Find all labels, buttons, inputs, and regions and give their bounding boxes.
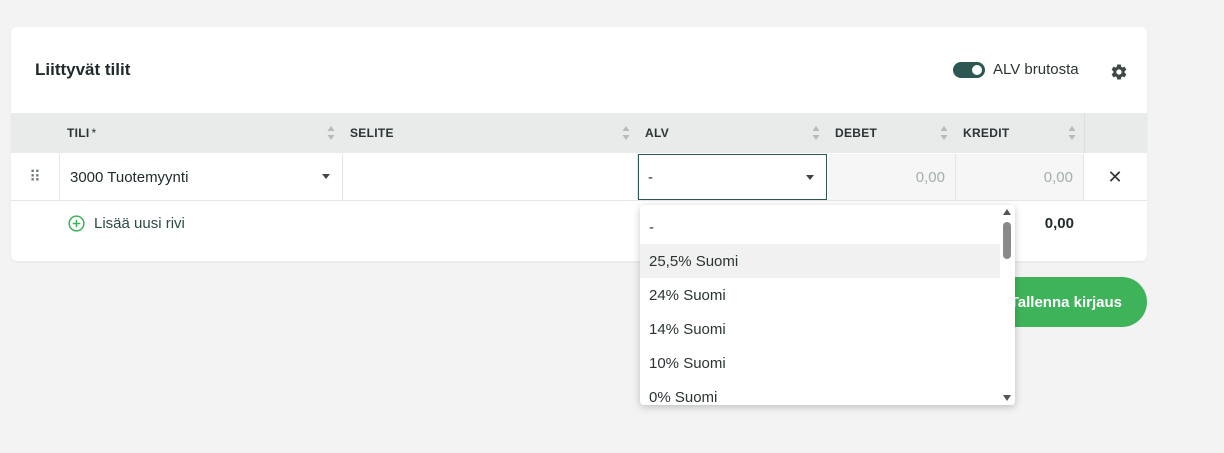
header-kredit-label: KREDIT (963, 126, 1010, 140)
alv-option[interactable]: - (640, 210, 1000, 244)
header-selite-label: SELITE (350, 126, 394, 140)
alv-brutosta-toggle-group[interactable]: ALV brutosta (953, 61, 1079, 78)
alv-dropdown-menu: - 25,5% Suomi 24% Suomi 14% Suomi 10% Su… (640, 205, 1015, 405)
debet-input[interactable]: 0,00 (828, 154, 956, 200)
header-tili[interactable]: TILI * (67, 113, 343, 153)
add-row-button[interactable]: Lisää uusi rivi (68, 215, 185, 232)
header-divider (1084, 113, 1085, 153)
sort-icon[interactable] (327, 125, 335, 141)
alv-brutosta-label: ALV brutosta (993, 61, 1079, 78)
header-alv[interactable]: ALV (645, 113, 828, 153)
header-debet[interactable]: DEBET (835, 113, 956, 153)
tili-select[interactable]: 3000 Tuotemyynti (59, 154, 343, 200)
required-marker: * (91, 126, 97, 140)
close-icon[interactable]: ✕ (1103, 154, 1127, 200)
header-kredit[interactable]: KREDIT (963, 113, 1084, 153)
alv-value: - (648, 168, 653, 186)
gear-icon[interactable] (1110, 63, 1128, 81)
card-title: Liittyvät tilit (35, 60, 131, 79)
drag-handle-icon[interactable]: ⠿ (25, 154, 45, 200)
alv-option[interactable]: 24% Suomi (640, 278, 1000, 312)
header-selite[interactable]: SELITE (350, 113, 638, 153)
dropdown-scrollbar[interactable] (1000, 205, 1015, 405)
alv-option[interactable]: 10% Suomi (640, 346, 1000, 380)
alv-option[interactable]: 14% Suomi (640, 312, 1000, 346)
header-debet-label: DEBET (835, 126, 878, 140)
sort-icon[interactable] (812, 125, 820, 141)
scroll-down-icon[interactable] (1003, 395, 1011, 401)
header-alv-label: ALV (645, 126, 670, 140)
chevron-down-icon (322, 174, 330, 179)
scrollbar-thumb[interactable] (1003, 222, 1011, 259)
table-header: TILI * SELITE ALV DEBET KREDIT (11, 113, 1147, 153)
sort-icon[interactable] (1068, 125, 1076, 141)
sort-icon[interactable] (622, 125, 630, 141)
kredit-total: 0,00 (1044, 215, 1074, 232)
tili-value: 3000 Tuotemyynti (70, 168, 189, 186)
sort-icon[interactable] (940, 125, 948, 141)
alv-option[interactable]: 25,5% Suomi (640, 244, 1000, 278)
alv-option[interactable]: 0% Suomi (640, 380, 1000, 406)
add-row-label: Lisää uusi rivi (94, 215, 185, 232)
selite-input[interactable] (343, 154, 638, 200)
table-row: ⠿ 3000 Tuotemyynti - 0,00 0,00 ✕ (11, 154, 1147, 201)
scroll-up-icon[interactable] (1003, 209, 1011, 215)
kredit-input[interactable]: 0,00 (956, 154, 1084, 200)
chevron-down-icon (806, 175, 814, 180)
alv-brutosta-toggle[interactable] (953, 61, 985, 78)
header-tili-label: TILI (67, 126, 90, 140)
alv-select[interactable]: - (638, 154, 827, 200)
plus-circle-icon (68, 215, 85, 232)
